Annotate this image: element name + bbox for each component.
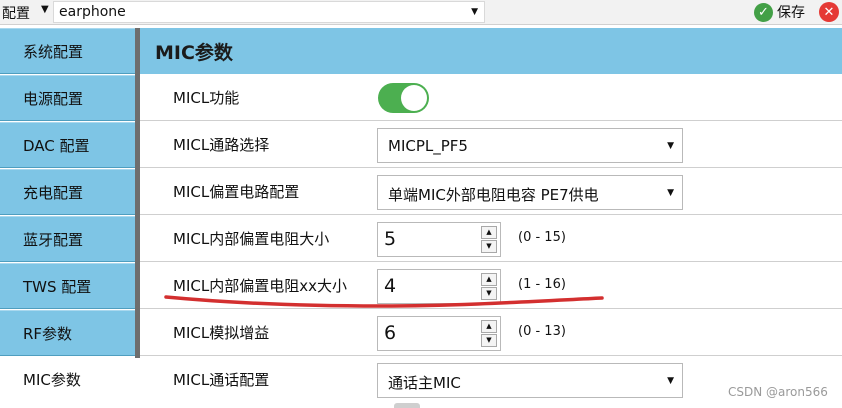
sidebar-item-label: 系统配置 <box>23 43 84 61</box>
select-value: 单端MIC外部电阻电容 PE7供电 <box>388 186 599 204</box>
range-hint: (0 - 15) <box>518 230 566 245</box>
stepper-down-icon[interactable]: ▼ <box>481 334 497 347</box>
sidebar-item-bluetooth[interactable]: 蓝牙配置 <box>0 216 135 262</box>
stepper-up-icon[interactable]: ▲ <box>481 320 497 333</box>
setting-row-micl-bias-circuit: MICL偏置电路配置 单端MIC外部电阻电容 PE7供电 ▼ <box>140 168 842 215</box>
select-value: MICPL_PF5 <box>388 137 468 155</box>
setting-label: MICL内部偏置电阻xx大小 <box>173 277 347 295</box>
setting-row-micl-bias-resistor-xx: MICL内部偏置电阻xx大小 4 ▲ ▼ (1 - 16) <box>140 262 842 309</box>
setting-row-micl-path: MICL通路选择 MICPL_PF5 ▼ <box>140 121 842 168</box>
micl-bias-circuit-select[interactable]: 单端MIC外部电阻电容 PE7供电 ▼ <box>377 175 683 210</box>
stepper-up-icon[interactable]: ▲ <box>481 226 497 239</box>
sidebar-item-dac[interactable]: DAC 配置 <box>0 122 135 168</box>
next-row-peek <box>140 402 842 408</box>
micl-enable-toggle[interactable] <box>378 83 429 113</box>
sidebar-item-label: DAC 配置 <box>23 137 90 155</box>
stepper-down-icon[interactable]: ▼ <box>481 240 497 253</box>
sidebar-item-label: TWS 配置 <box>23 278 92 296</box>
partial-control <box>394 403 420 408</box>
check-circle-icon: ✓ <box>754 2 773 22</box>
stepper-down-icon[interactable]: ▼ <box>481 287 497 300</box>
profile-select-value: earphone <box>59 4 126 20</box>
toggle-knob <box>401 85 427 111</box>
sidebar-item-label: RF参数 <box>23 325 73 343</box>
sidebar-item-rf[interactable]: RF参数 <box>0 310 135 356</box>
micl-bias-resistor-xx-stepper[interactable]: 4 ▲ ▼ <box>377 269 501 304</box>
setting-row-micl-analog-gain: MICL模拟增益 6 ▲ ▼ (0 - 13) <box>140 309 842 356</box>
range-hint: (1 - 16) <box>518 277 566 292</box>
micl-call-config-select[interactable]: 通话主MIC ▼ <box>377 363 683 398</box>
save-button[interactable]: ✓ 保存 <box>754 2 805 22</box>
chevron-down-icon[interactable]: ▼ <box>471 7 478 17</box>
chevron-down-icon[interactable]: ▼ <box>667 141 674 151</box>
micl-bias-resistor-stepper[interactable]: 5 ▲ ▼ <box>377 222 501 257</box>
setting-label: MICL内部偏置电阻大小 <box>173 230 330 248</box>
range-hint: (0 - 13) <box>518 324 566 339</box>
sidebar-item-label: MIC参数 <box>23 371 81 389</box>
sidebar-item-system[interactable]: 系统配置 <box>0 28 135 74</box>
stepper-value[interactable]: 4 <box>384 275 396 297</box>
setting-label: MICL偏置电路配置 <box>173 183 300 201</box>
profile-select[interactable]: earphone ▼ <box>53 1 485 23</box>
main-panel: MIC参数 MICL功能 MICL通路选择 MICPL_PF5 ▼ MICL偏置… <box>140 28 842 408</box>
stepper-value[interactable]: 5 <box>384 228 396 250</box>
sidebar: 系统配置 电源配置 DAC 配置 充电配置 蓝牙配置 TWS 配置 RF参数 M… <box>0 28 140 408</box>
panel-header: MIC参数 <box>140 28 842 74</box>
config-menu-label[interactable]: 配置 <box>2 3 30 23</box>
setting-label: MICL通话配置 <box>173 371 270 389</box>
setting-label: MICL模拟增益 <box>173 324 270 342</box>
setting-row-micl-enable: MICL功能 <box>140 74 842 121</box>
sidebar-item-power[interactable]: 电源配置 <box>0 75 135 121</box>
setting-label: MICL功能 <box>173 89 240 107</box>
micl-analog-gain-stepper[interactable]: 6 ▲ ▼ <box>377 316 501 351</box>
setting-label: MICL通路选择 <box>173 136 270 154</box>
sidebar-item-mic[interactable]: MIC参数 <box>0 357 140 403</box>
toolbar: 配置 ▼ earphone ▼ ✓ 保存 ✕ <box>0 0 842 25</box>
select-value: 通话主MIC <box>388 374 461 392</box>
sidebar-item-tws[interactable]: TWS 配置 <box>0 263 135 309</box>
chevron-down-icon[interactable]: ▼ <box>667 188 674 198</box>
chevron-down-icon[interactable]: ▼ <box>667 376 674 386</box>
config-menu-arrow-icon[interactable]: ▼ <box>41 4 49 15</box>
stepper-value[interactable]: 6 <box>384 322 396 344</box>
save-button-label: 保存 <box>777 5 805 21</box>
watermark: CSDN @aron566 <box>728 385 828 399</box>
page-title: MIC参数 <box>155 42 233 64</box>
setting-row-micl-bias-resistor: MICL内部偏置电阻大小 5 ▲ ▼ (0 - 15) <box>140 215 842 262</box>
sidebar-item-label: 蓝牙配置 <box>23 231 84 249</box>
sidebar-item-label: 充电配置 <box>23 184 84 202</box>
sidebar-item-label: 电源配置 <box>23 90 84 108</box>
stepper-up-icon[interactable]: ▲ <box>481 273 497 286</box>
close-circle-icon[interactable]: ✕ <box>819 2 839 22</box>
sidebar-item-charge[interactable]: 充电配置 <box>0 169 135 215</box>
micl-path-select[interactable]: MICPL_PF5 ▼ <box>377 128 683 163</box>
